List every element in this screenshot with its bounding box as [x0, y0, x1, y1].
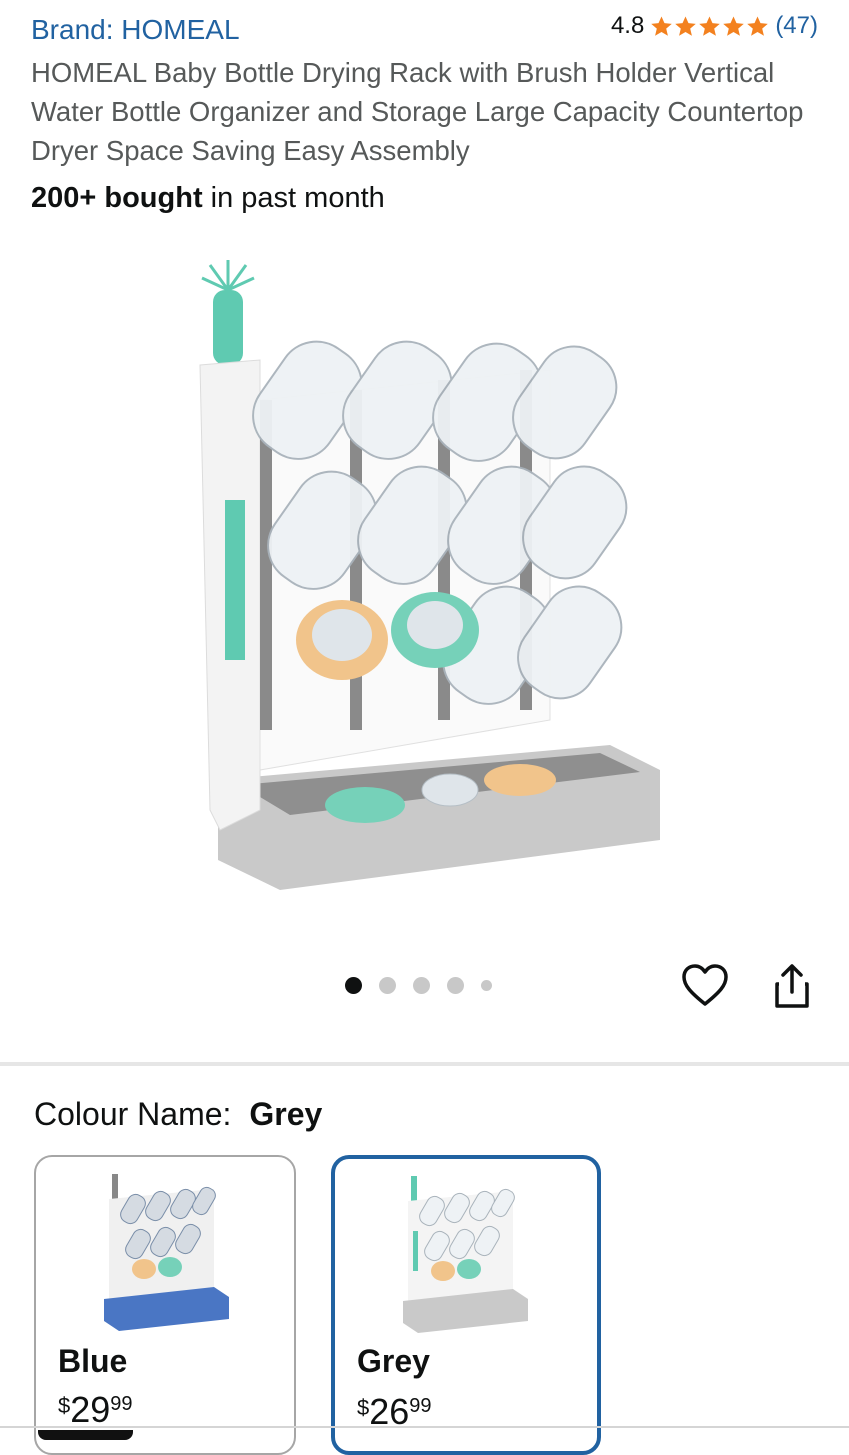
price-whole: 29	[70, 1389, 111, 1430]
section-divider	[0, 1062, 849, 1066]
bottom-tab-indicator	[38, 1430, 133, 1440]
variation-label: Colour Name:	[34, 1096, 232, 1132]
variation-selected-value: Grey	[249, 1096, 323, 1132]
share-icon[interactable]	[770, 962, 814, 1010]
brand-link[interactable]: Brand: HOMEAL	[31, 14, 240, 46]
swatch-price: $2999	[58, 1389, 133, 1431]
star-icon	[699, 15, 721, 36]
image-carousel-indicator[interactable]	[345, 977, 492, 994]
price-currency: $	[357, 1395, 370, 1420]
rating-count-link[interactable]: (47)	[775, 12, 818, 40]
variation-label-row: Colour Name: Grey	[34, 1096, 322, 1133]
star-icon	[651, 15, 673, 36]
swatch-name: Blue	[58, 1343, 128, 1379]
star-icon	[747, 15, 769, 36]
rating-value: 4.8	[610, 12, 645, 39]
rating-summary[interactable]: 4.8 (47)	[611, 12, 818, 40]
swatch-grey[interactable]: Grey $2699	[331, 1155, 601, 1455]
carousel-dot-2[interactable]	[379, 977, 396, 994]
product-image[interactable]	[180, 250, 680, 900]
carousel-dot-1[interactable]	[345, 977, 362, 994]
carousel-dot-3[interactable]	[413, 977, 430, 994]
swatch-thumbnail	[403, 1176, 528, 1333]
price-fraction: 99	[409, 1395, 432, 1417]
price-fraction: 99	[110, 1393, 133, 1415]
purchase-count-bold: 200+ bought	[31, 182, 203, 214]
star-rating	[650, 15, 769, 38]
price-currency: $	[58, 1393, 71, 1418]
swatch-blue[interactable]: Blue $2999	[34, 1155, 296, 1455]
purchase-count: 200+ bought in past month	[31, 182, 385, 215]
purchase-count-rest: in past month	[202, 182, 385, 214]
swatch-thumbnail	[104, 1174, 229, 1331]
carousel-dot-4[interactable]	[447, 977, 464, 994]
swatch-name: Grey	[357, 1343, 430, 1379]
bottom-divider	[0, 1426, 849, 1428]
star-icon	[723, 15, 745, 36]
carousel-dot-5[interactable]	[481, 980, 492, 991]
star-icon	[675, 15, 697, 36]
heart-icon[interactable]	[680, 962, 730, 1010]
product-title: HOMEAL Baby Bottle Drying Rack with Brus…	[31, 57, 804, 166]
